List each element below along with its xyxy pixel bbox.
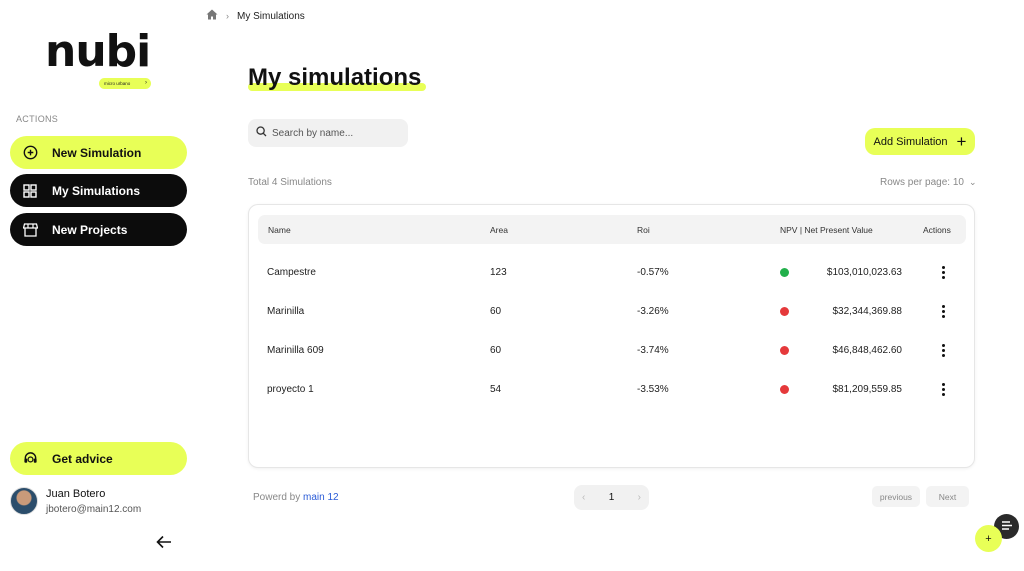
- search-box[interactable]: [248, 119, 408, 147]
- cell-roi: -3.74%: [637, 345, 669, 356]
- column-header-area[interactable]: Area: [490, 225, 508, 235]
- column-header-roi[interactable]: Roi: [637, 225, 650, 235]
- cell-roi: -3.26%: [637, 306, 669, 317]
- add-fab-button[interactable]: +: [975, 525, 1002, 552]
- add-simulation-label: Add Simulation: [873, 135, 948, 148]
- more-vertical-icon[interactable]: [938, 302, 948, 320]
- logo-tagline-pill[interactable]: micro urbano ›: [99, 78, 151, 89]
- breadcrumb: › My Simulations: [206, 9, 305, 23]
- cell-npv: $32,344,369.88: [832, 306, 902, 317]
- next-button[interactable]: Next: [926, 486, 969, 507]
- simulations-table: Name Area Roi NPV | Net Present Value Ac…: [248, 204, 975, 468]
- chevron-down-icon: ⌄: [968, 177, 977, 187]
- status-dot-red: [780, 385, 789, 394]
- plus-icon: +: [985, 532, 992, 545]
- cell-npv: $46,848,462.60: [832, 345, 902, 356]
- cell-name: Campestre: [267, 267, 316, 278]
- sidebar-item-label: My Simulations: [52, 183, 141, 198]
- table-row[interactable]: Campestre 123 -0.57% $103,010,023.63: [249, 254, 976, 292]
- chevron-right-icon[interactable]: ›: [638, 492, 641, 503]
- storefront-icon: [22, 222, 38, 238]
- cell-area: 54: [490, 384, 502, 395]
- actions-label: ACTIONS: [16, 114, 59, 124]
- get-advice-label: Get advice: [52, 451, 113, 466]
- status-dot-red: [780, 307, 789, 316]
- sidebar-item-new-projects[interactable]: New Projects: [10, 213, 187, 246]
- powered-by-link[interactable]: main 12: [303, 492, 339, 503]
- add-simulation-button[interactable]: Add Simulation +: [865, 128, 975, 155]
- cell-area: 60: [490, 306, 502, 317]
- table-row[interactable]: proyecto 1 54 -3.53% $81,209,559.85: [249, 371, 976, 409]
- cell-area: 60: [490, 345, 502, 356]
- column-header-npv[interactable]: NPV | Net Present Value: [780, 225, 873, 235]
- chevron-right-icon: ›: [145, 80, 147, 86]
- list-icon: [1001, 518, 1013, 536]
- search-input[interactable]: [272, 127, 402, 139]
- logo-tagline: micro urbano: [104, 81, 131, 86]
- more-vertical-icon[interactable]: [938, 380, 948, 398]
- table-row[interactable]: Marinilla 60 -3.26% $32,344,369.88: [249, 293, 976, 331]
- user-name: Juan Botero: [46, 487, 106, 500]
- user-email: jbotero@main12.com: [46, 503, 142, 515]
- search-icon: [256, 124, 267, 142]
- grid-icon: [22, 183, 38, 199]
- plus-icon: +: [956, 132, 967, 151]
- cell-name: proyecto 1: [267, 384, 314, 395]
- status-dot-green: [780, 268, 789, 277]
- home-icon[interactable]: [206, 9, 218, 23]
- sidebar-item-label: New Simulation: [52, 145, 142, 160]
- support-agent-icon: [22, 451, 38, 467]
- user-profile[interactable]: Juan Botero jbotero@main12.com: [10, 487, 141, 515]
- get-advice-button[interactable]: Get advice: [10, 442, 187, 475]
- column-header-name[interactable]: Name: [268, 225, 291, 235]
- previous-button[interactable]: previous: [872, 486, 920, 507]
- plus-circle-icon: [22, 145, 38, 161]
- sidebar-item-new-simulation[interactable]: New Simulation: [10, 136, 187, 169]
- pagination: ‹ 1 ›: [574, 485, 649, 510]
- table-row[interactable]: Marinilla 609 60 -3.74% $46,848,462.60: [249, 332, 976, 370]
- cell-roi: -0.57%: [637, 267, 669, 278]
- total-count: Total 4 Simulations: [248, 177, 332, 188]
- more-vertical-icon[interactable]: [938, 263, 948, 281]
- page-title: My simulations: [248, 64, 422, 91]
- sidebar-item-my-simulations[interactable]: My Simulations: [10, 174, 187, 207]
- powered-by-prefix: Powerd by: [253, 492, 301, 503]
- cell-name: Marinilla 609: [267, 345, 324, 356]
- cell-npv: $81,209,559.85: [832, 384, 902, 395]
- rows-per-page-label: Rows per page: 10: [880, 177, 964, 188]
- powered-by: Powerd by main 12: [253, 492, 339, 503]
- column-header-actions: Actions: [923, 225, 951, 235]
- breadcrumb-current: My Simulations: [237, 10, 305, 22]
- rows-per-page-select[interactable]: Rows per page: 10 ⌄: [880, 177, 977, 188]
- logo[interactable]: nubi micro urbano ›: [45, 26, 151, 89]
- arrow-left-icon[interactable]: [155, 533, 175, 553]
- cell-npv: $103,010,023.63: [826, 267, 902, 278]
- status-dot-red: [780, 346, 789, 355]
- more-vertical-icon[interactable]: [938, 341, 948, 359]
- cell-name: Marinilla: [267, 306, 305, 317]
- sidebar-item-label: New Projects: [52, 222, 128, 237]
- cell-roi: -3.53%: [637, 384, 669, 395]
- chevron-right-icon: ›: [226, 11, 229, 21]
- table-header: Name Area Roi NPV | Net Present Value Ac…: [258, 215, 966, 244]
- page-number[interactable]: 1: [609, 492, 615, 503]
- logo-text: nubi: [45, 26, 151, 77]
- avatar[interactable]: [10, 487, 38, 515]
- sidebar: nubi micro urbano › ACTIONS New Simulati…: [0, 0, 200, 571]
- cell-area: 123: [490, 267, 507, 278]
- chevron-left-icon[interactable]: ‹: [582, 492, 585, 503]
